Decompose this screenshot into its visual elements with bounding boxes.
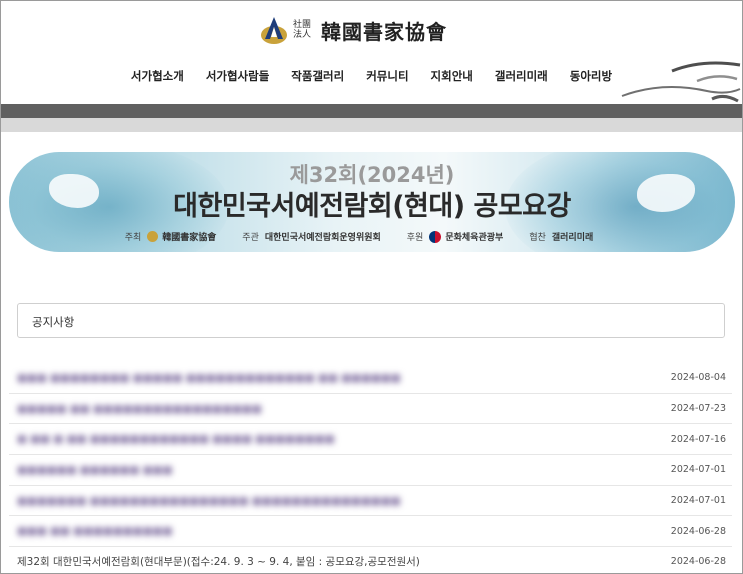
list-item[interactable]: ■■■■■ ■■ ■■■■■■■■■■■■■■■■■ 2024-07-23 (9, 394, 732, 425)
list-item[interactable]: ■■■■■■ ■■■■■■ ■■■ 2024-07-01 (9, 455, 732, 486)
government-logo-icon (429, 230, 442, 243)
notice-date: 2024-06-28 (670, 556, 726, 568)
nav-item-gallery-mirae[interactable]: 갤러리미래 (484, 68, 559, 84)
brush-stroke-decoration (621, 61, 741, 103)
credit-label-sponsor: 후원 (406, 233, 424, 243)
notice-search-input[interactable]: 공지사항 (17, 303, 725, 338)
logo-emblem-icon (259, 15, 289, 45)
notice-title-redacted: ■■■ ■■ ■■■■■■■■■■ (17, 525, 173, 538)
notice-date: 2024-07-16 (670, 433, 726, 445)
site-header: 社團法人 韓國書家協會 서가협소개 서가협사람들 작품갤러리 커뮤니티 지회안내… (1, 1, 742, 104)
list-item[interactable]: ■ ■■ ■ ■■ ■■■■■■■■■■■■ ■■■■ ■■■■■■■■ 202… (9, 424, 732, 456)
notice-title-redacted: ■■■■■ ■■ ■■■■■■■■■■■■■■■■■ (17, 402, 262, 415)
credit-value-organizer: 대한민국서예전람회운영위원회 (264, 233, 381, 243)
header-divider-light (1, 118, 742, 132)
logo-text: 韓國書家協會 (321, 19, 447, 44)
notice-title-redacted: ■ ■■ ■ ■■ ■■■■■■■■■■■■ ■■■■ ■■■■■■■■ (17, 433, 335, 446)
notice-date: 2024-08-04 (670, 372, 726, 384)
notice-date: 2024-06-28 (670, 525, 726, 537)
nav-item-gallery[interactable]: 작품갤러리 (280, 68, 355, 84)
logo-small-text: 社團法人 (293, 20, 312, 40)
nav-item-people[interactable]: 서가협사람들 (195, 68, 280, 84)
credit-value-sponsor: 문화체육관광부 (445, 233, 504, 243)
credit-label-organizer: 주관 (242, 233, 259, 243)
notice-date: 2024-07-01 (670, 464, 726, 476)
credit-label-support: 협찬 (529, 233, 546, 243)
notice-title: 제32회 대한민국서예전람회(현대부문)(접수:24. 9. 3 ~ 9. 4,… (17, 556, 420, 569)
site-logo[interactable]: 社團法人 韓國書家協會 (259, 15, 447, 45)
credit-value-support: 갤러리미래 (551, 233, 594, 243)
notice-title-redacted: ■■■■■■■ ■■■■■■■■■■■■■■■■ ■■■■■■■■■■■■■■■ (17, 494, 401, 507)
nav-item-branches[interactable]: 지회안내 (420, 68, 484, 84)
notice-date: 2024-07-01 (670, 495, 726, 507)
notice-title-redacted: ■■■■■■ ■■■■■■ ■■■ (17, 463, 173, 476)
header-divider-dark (1, 104, 742, 118)
list-item[interactable]: ■■■■■■■ ■■■■■■■■■■■■■■■■ ■■■■■■■■■■■■■■■… (9, 486, 732, 517)
list-item[interactable]: ■■■ ■■ ■■■■■■■■■■ 2024-06-28 (9, 516, 732, 548)
list-item[interactable]: 제32회 대한민국서예전람회(현대부문)(접수:24. 9. 3 ~ 9. 4,… (9, 547, 732, 573)
exhibition-banner[interactable]: 제32회(2024년) 대한민국서예전람회(현대) 공모요강 주최 韓國書家協會… (9, 152, 735, 252)
page-frame: 社團法人 韓國書家協會 서가협소개 서가협사람들 작품갤러리 커뮤니티 지회안내… (0, 0, 743, 574)
credit-label-host: 주최 (124, 233, 142, 243)
notice-date: 2024-07-23 (670, 403, 726, 415)
host-logo-icon (147, 231, 159, 242)
credit-value-host: 韓國書家協會 (162, 233, 217, 243)
banner-credits: 주최 韓國書家協會 주관 대한민국서예전람회운영위원회 후원 문화체육관광부 협… (9, 230, 735, 243)
nav-item-about[interactable]: 서가협소개 (120, 68, 195, 84)
notice-list: ■■■ ■■■■■■■■ ■■■■■ ■■■■■■■■■■■■■ ■■ ■■■■… (1, 363, 742, 573)
nav-item-community[interactable]: 커뮤니티 (355, 68, 419, 84)
banner-title: 대한민국서예전람회(현대) 공모요강 (173, 191, 571, 222)
list-item[interactable]: ■■■ ■■■■■■■■ ■■■■■ ■■■■■■■■■■■■■ ■■ ■■■■… (9, 363, 732, 394)
notice-title-redacted: ■■■ ■■■■■■■■ ■■■■■ ■■■■■■■■■■■■■ ■■ ■■■■… (17, 371, 401, 384)
